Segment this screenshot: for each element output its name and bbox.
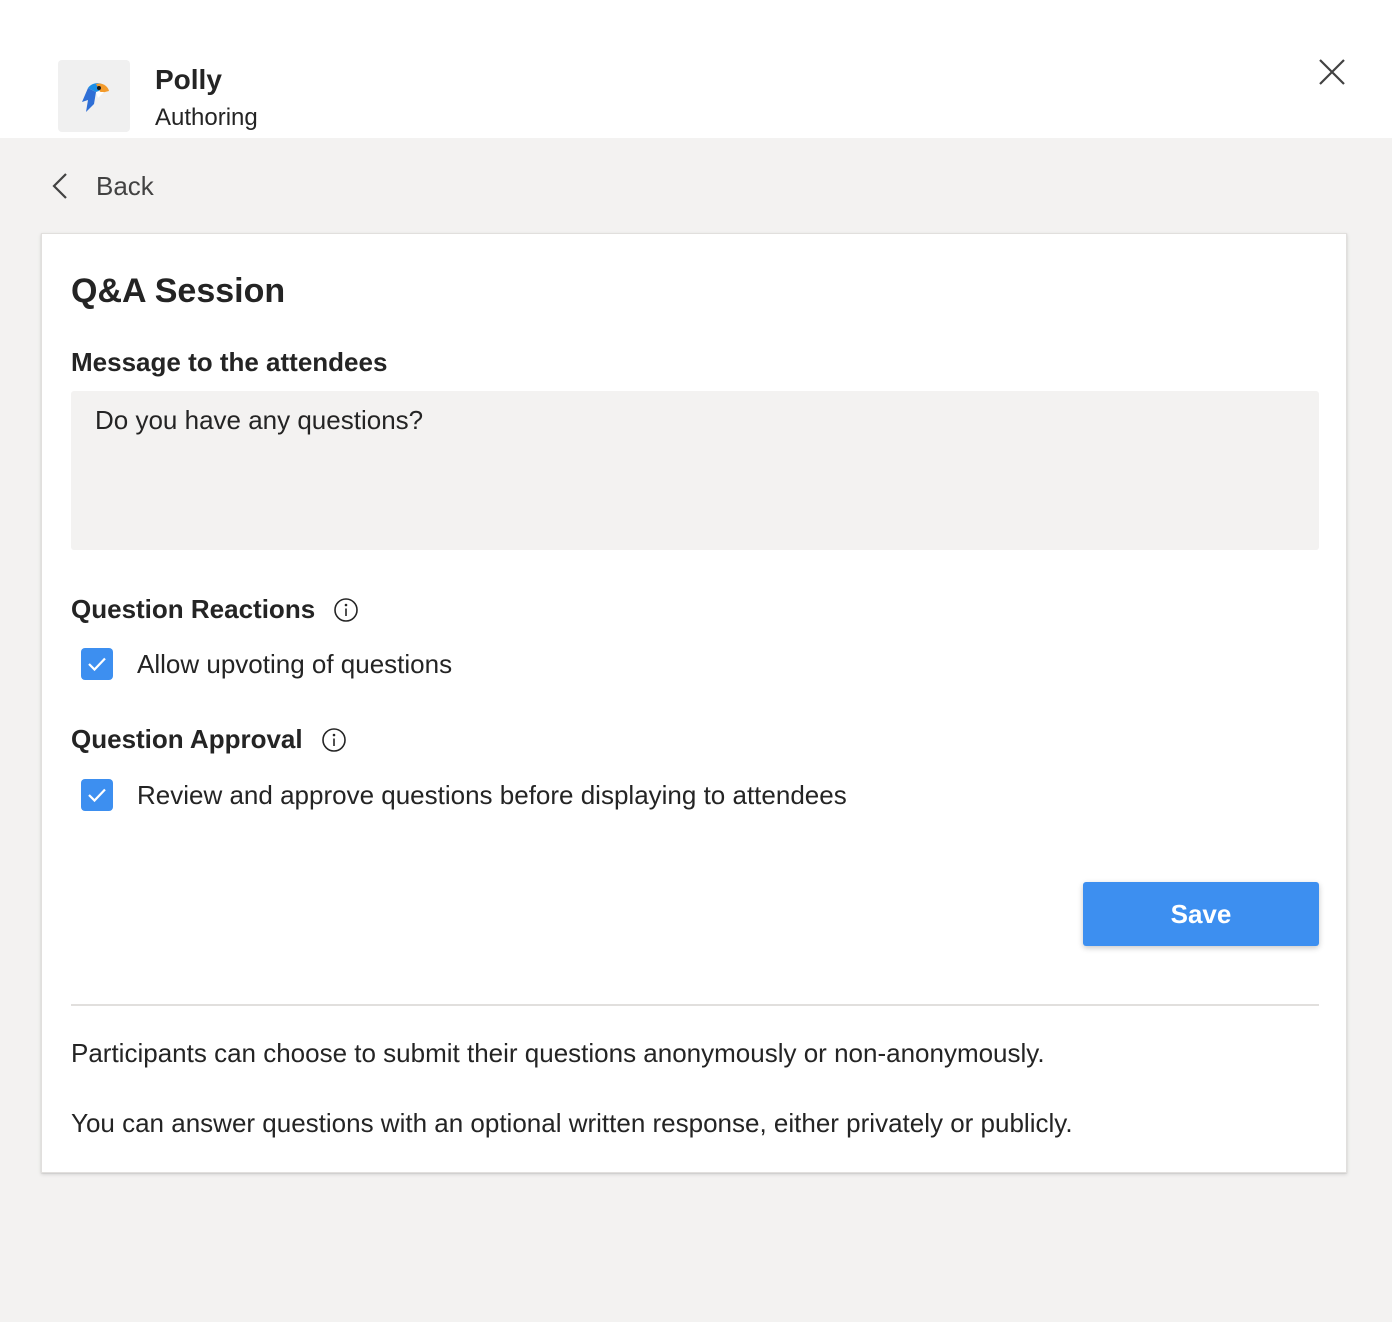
approval-title-text: Question Approval: [71, 724, 303, 754]
approval-section-title: Question Approval: [71, 724, 347, 755]
app-subtitle: Authoring: [155, 104, 258, 131]
approval-label: Review and approve questions before disp…: [137, 779, 847, 810]
checkmark-icon: [88, 788, 106, 803]
message-textarea[interactable]: Do you have any questions?: [71, 391, 1319, 550]
save-button[interactable]: Save: [1083, 882, 1319, 946]
back-button[interactable]: Back: [44, 166, 154, 206]
app-name: Polly: [155, 64, 222, 95]
close-button[interactable]: [1312, 52, 1352, 92]
chevron-left-icon: [44, 166, 76, 206]
upvoting-checkbox[interactable]: [81, 648, 113, 680]
message-label: Message to the attendees: [71, 347, 388, 377]
checkmark-icon: [88, 657, 106, 672]
app-header: Polly Authoring: [0, 0, 1392, 138]
reactions-section-title: Question Reactions: [71, 594, 359, 625]
close-icon: [1319, 59, 1345, 85]
reactions-title-text: Question Reactions: [71, 594, 316, 624]
approval-checkbox[interactable]: [81, 779, 113, 811]
info-icon[interactable]: [333, 597, 359, 623]
upvoting-label: Allow upvoting of questions: [137, 648, 453, 679]
page-title: Q&A Session: [71, 272, 286, 310]
upvoting-checkbox-row[interactable]: Allow upvoting of questions: [81, 648, 452, 680]
back-label: Back: [96, 170, 154, 201]
anonymity-note: Participants can choose to submit their …: [71, 1038, 1045, 1068]
polly-logo-icon: [58, 60, 130, 132]
response-note: You can answer questions with an optiona…: [71, 1108, 1073, 1138]
info-icon[interactable]: [321, 727, 347, 753]
divider: [71, 1004, 1319, 1006]
qa-settings-card: Q&A Session Message to the attendees Do …: [41, 233, 1347, 1173]
approval-checkbox-row[interactable]: Review and approve questions before disp…: [81, 779, 847, 811]
